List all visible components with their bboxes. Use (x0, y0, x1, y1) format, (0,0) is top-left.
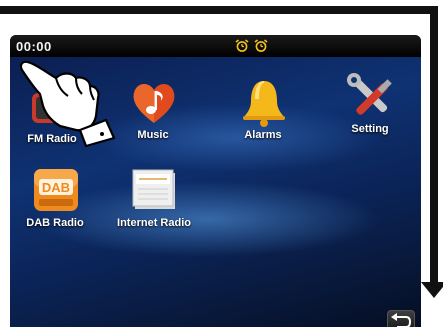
guide-arrow-right (430, 6, 438, 288)
svg-text:DAB: DAB (42, 180, 70, 195)
internet-radio-icon (132, 169, 175, 209)
pointing-hand-icon (19, 60, 116, 148)
alarm-clock-icon (235, 39, 249, 52)
dab-icon: DAB (34, 169, 78, 211)
bell-icon (243, 81, 285, 127)
back-arrow-icon (391, 313, 412, 327)
tools-icon (347, 73, 392, 115)
back-button[interactable] (387, 310, 415, 327)
device-photo: 00:00 FM Radio Music Alarms Setting DAB … (0, 0, 443, 327)
alarm-clock-icon (254, 39, 268, 52)
app-label: Setting (351, 123, 389, 135)
guide-arrow-top (0, 6, 438, 14)
app-label: Internet Radio (117, 217, 191, 229)
app-label: Alarms (244, 129, 282, 141)
music-heart-icon (133, 84, 175, 123)
app-label: DAB Radio (26, 217, 84, 229)
guide-arrow-head (421, 282, 443, 298)
